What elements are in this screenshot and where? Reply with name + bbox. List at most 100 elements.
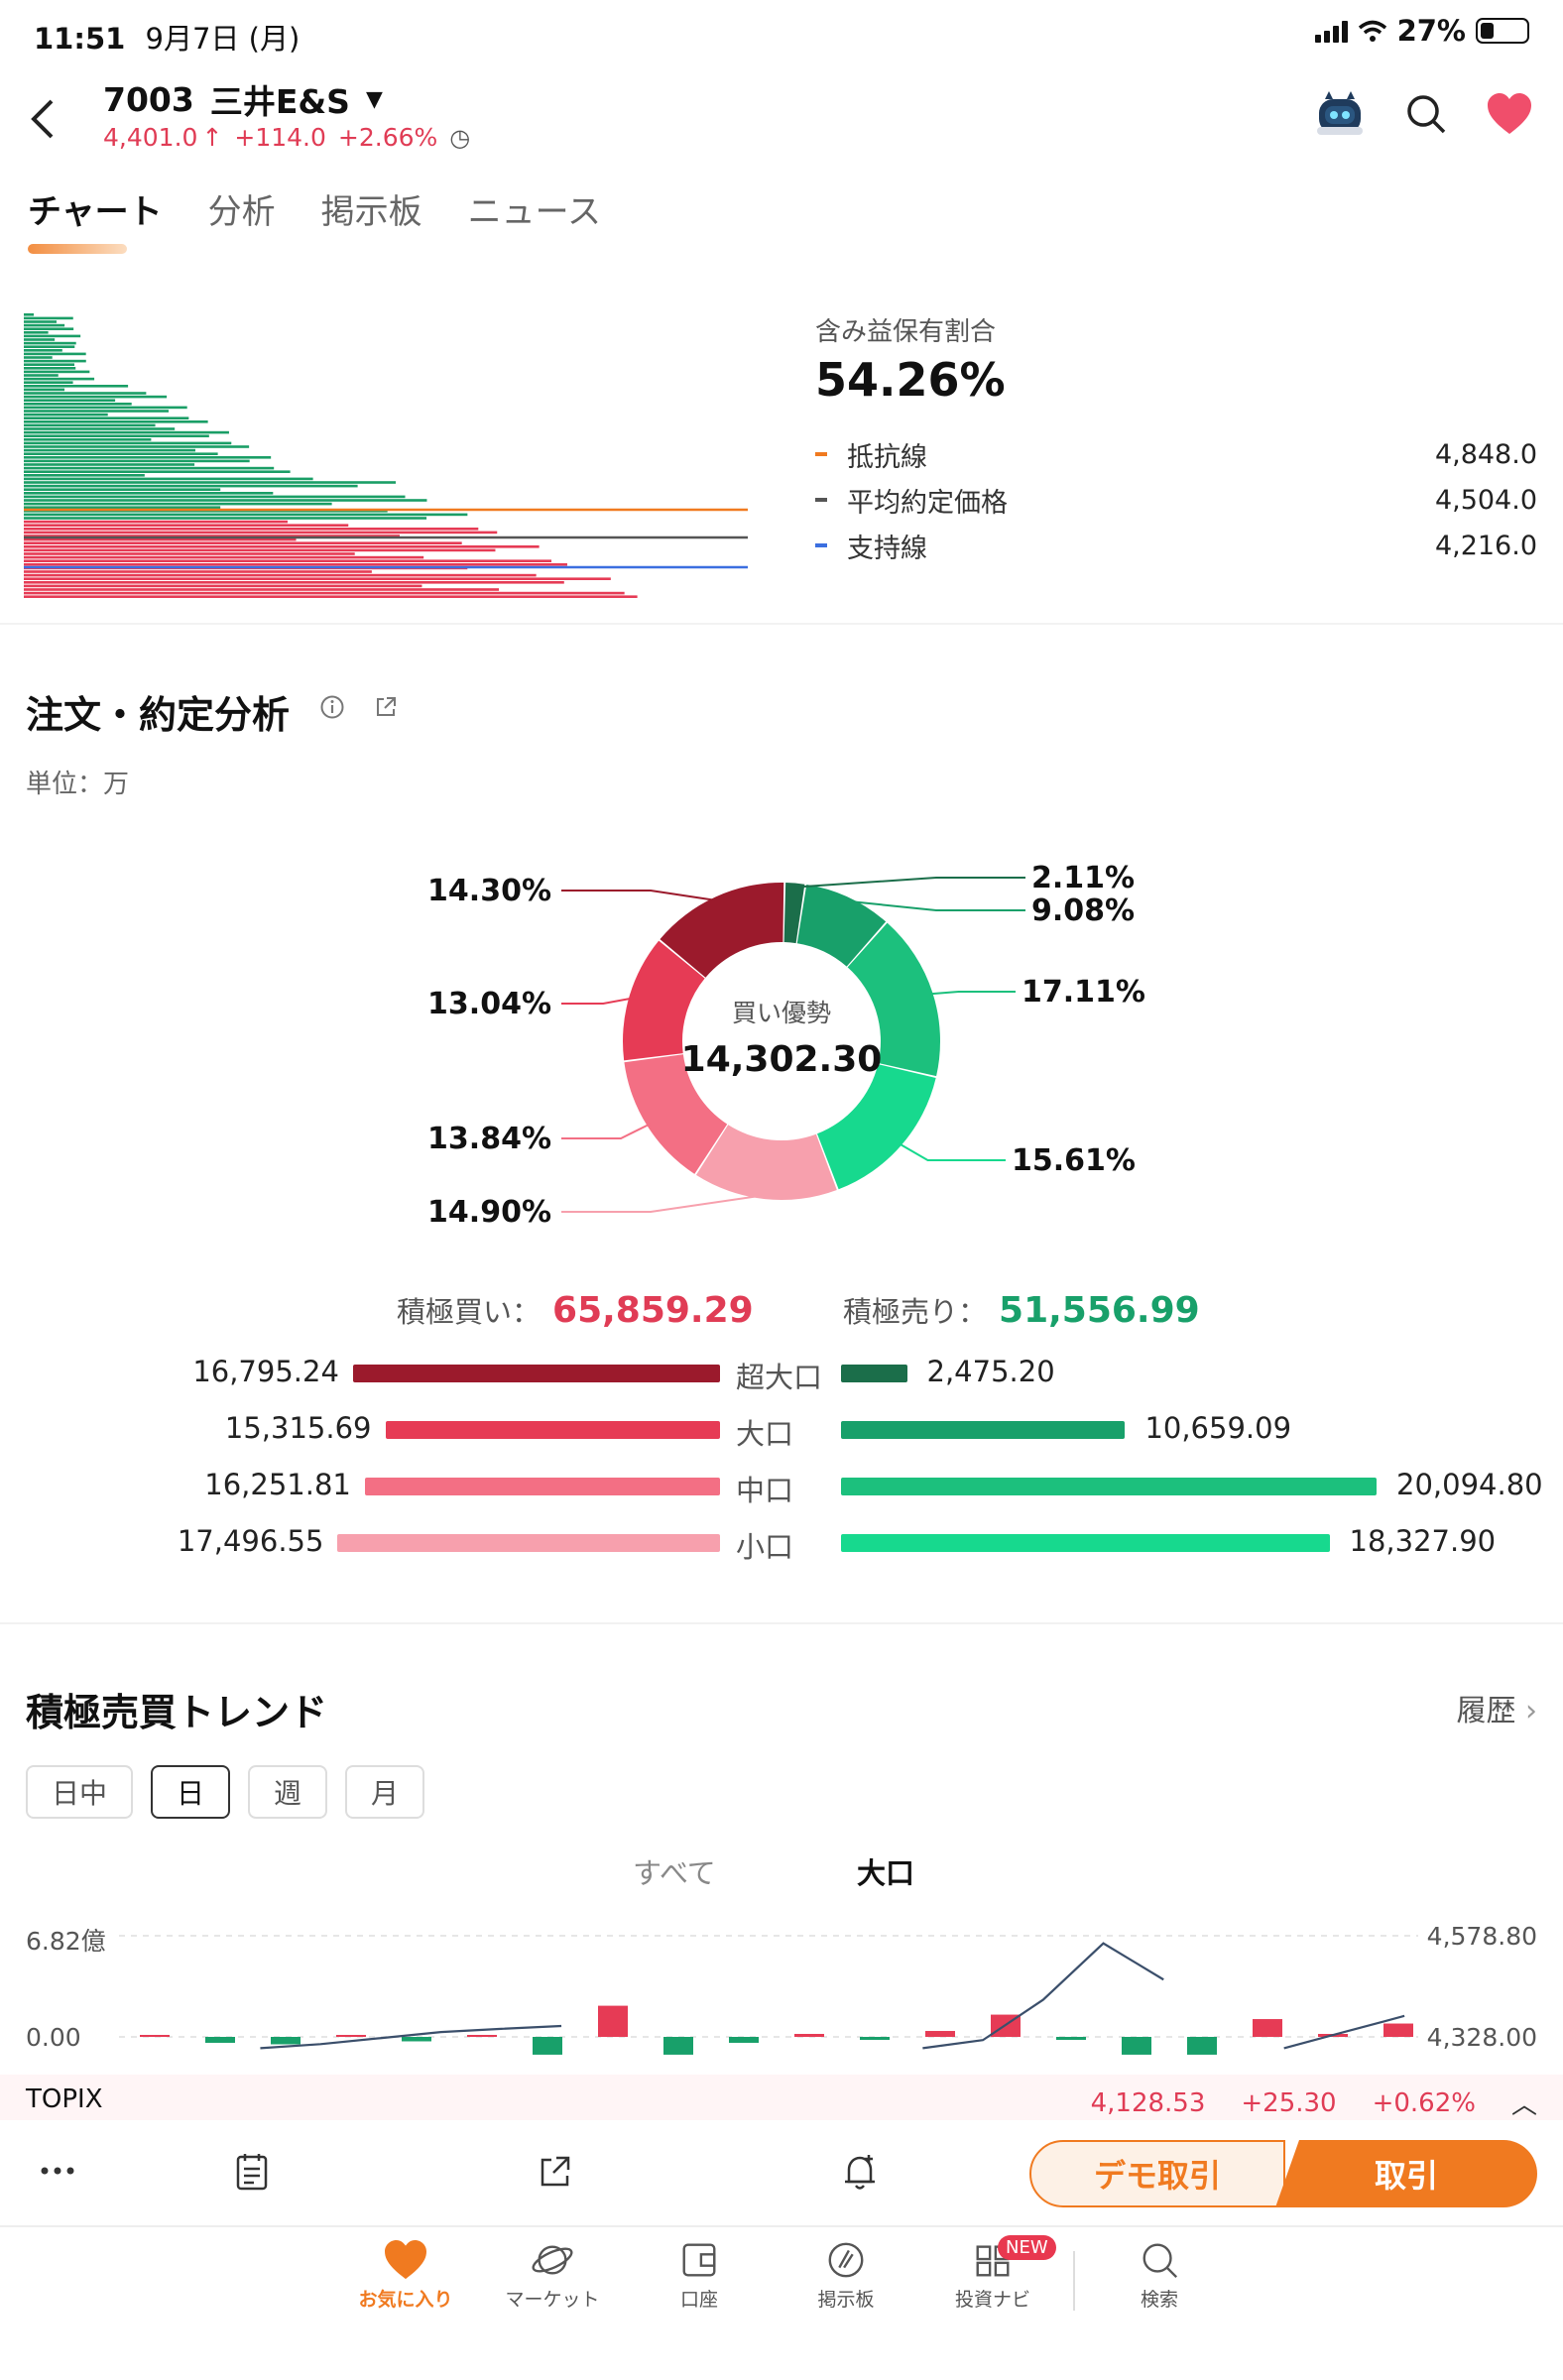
sell-total: 積極売り： 51,556.99 (843, 1289, 1200, 1331)
topix-ticker[interactable]: TOPIX 4,128.53 +25.30 +0.62% ︿ (0, 2075, 1563, 2120)
heart-icon[interactable] (1486, 92, 1533, 136)
distribution-bar (24, 388, 65, 392)
nav-label: 口座 (679, 2289, 718, 2311)
distribution-bar (24, 420, 208, 423)
distribution-bar (24, 555, 424, 559)
search-icon[interactable] (1404, 92, 1448, 136)
trend-bar (271, 2037, 301, 2045)
donut-leader-line (561, 1194, 766, 1213)
alert-bell-icon[interactable] (841, 2152, 879, 2192)
donut-slice-label: 2.11% (1031, 861, 1135, 895)
trend-bar (794, 2034, 824, 2037)
tab-news[interactable]: ニュース (468, 184, 601, 244)
distribution-bar (24, 456, 272, 459)
distribution-bar (24, 345, 75, 348)
demo-trade-button[interactable]: デモ取引 (1029, 2140, 1285, 2207)
distribution-bar (24, 559, 552, 562)
donut-leader-line (561, 997, 634, 1005)
nav-label: 検索 (1140, 2289, 1178, 2311)
tab-analysis[interactable]: 分析 (208, 184, 276, 244)
donut-slice-label: 14.30% (427, 874, 551, 908)
distribution-bar (24, 338, 56, 341)
nav-account[interactable]: 口座 (635, 2239, 764, 2312)
topix-pct: +0.62% (1372, 2087, 1476, 2118)
nav-label: お気に入り (358, 2289, 453, 2311)
nav-board[interactable]: 掲示板 (782, 2239, 910, 2312)
share-icon[interactable] (538, 2152, 573, 2190)
distribution-bar (24, 423, 156, 427)
nav-search[interactable]: 検索 (1095, 2239, 1224, 2312)
history-link[interactable]: 履歴 › (1456, 1686, 1537, 1729)
planet-icon (532, 2245, 573, 2275)
distribution-bar (24, 545, 540, 548)
distribution-bar (24, 573, 537, 577)
status-right: 27% (1314, 14, 1529, 48)
distribution-bar (24, 570, 372, 573)
period-week[interactable]: 週 (248, 1765, 328, 1819)
distribution-bar (24, 492, 274, 495)
legend-value: 4,504.0 (1434, 484, 1537, 516)
heart-icon (385, 2239, 426, 2280)
battery-icon (1476, 18, 1529, 44)
period-month[interactable]: 月 (345, 1765, 425, 1819)
new-badge: NEW (998, 2235, 1056, 2260)
unit-label: 単位：万 (26, 770, 130, 799)
nav-separator (1073, 2251, 1075, 2311)
tab-chart[interactable]: チャート (28, 184, 163, 254)
distribution-bar (24, 392, 147, 395)
more-icon[interactable] (40, 2166, 75, 2176)
note-icon[interactable] (234, 2152, 270, 2192)
period-selector: 日中 日 週 月 (26, 1765, 425, 1819)
donut-slice-label: 9.08% (1031, 893, 1135, 928)
distribution-bar (24, 395, 168, 399)
buy-bar (337, 1534, 720, 1552)
legend-label: 支持線 (847, 533, 927, 564)
donut-slice-label: 13.04% (427, 987, 551, 1021)
distribution-bar (24, 584, 422, 588)
tab-board[interactable]: 掲示板 (321, 184, 422, 244)
period-day[interactable]: 日 (151, 1765, 231, 1819)
topix-value: 4,128.53 (1090, 2087, 1206, 2118)
chevron-left-icon[interactable] (28, 97, 58, 141)
distribution-bar (24, 359, 86, 363)
nav-favorites[interactable]: お気に入り (341, 2239, 470, 2312)
order-analysis-title: 注文・約定分析 (26, 693, 291, 737)
distribution-bar (24, 548, 496, 552)
status-bar: 11:51 9月7日 (月) 27% (0, 0, 1563, 65)
chevron-up-icon[interactable]: ︿ (1511, 2084, 1537, 2121)
legend-value: 4,848.0 (1434, 438, 1537, 470)
distribution-bar (24, 403, 132, 406)
donut-leader-line (847, 899, 1025, 911)
stock-title[interactable]: 7003 三井E&S ▼ (103, 75, 383, 123)
distribution-bar (24, 459, 250, 463)
trend-bar (336, 2035, 366, 2037)
stock-name: 三井E&S (209, 82, 350, 121)
legend-dash (815, 543, 827, 547)
distribution-bar (24, 577, 611, 580)
distribution-bar (24, 320, 58, 323)
current-price: 4,401.0 (103, 123, 198, 152)
share-icon[interactable] (373, 694, 399, 720)
distribution-bar (24, 349, 62, 352)
trend-title: 積極売買トレンド (26, 1691, 328, 1734)
nav-market[interactable]: マーケット (488, 2239, 617, 2312)
size-category: 大口 (736, 1417, 794, 1451)
info-icon[interactable] (319, 694, 345, 720)
sell-total-label: 積極売り： (843, 1295, 988, 1329)
subtab-all[interactable]: すべて (633, 1850, 716, 1892)
distribution-bar (24, 313, 34, 316)
subtab-large[interactable]: 大口 (857, 1850, 914, 1892)
price-change-pct: +2.66% (337, 123, 438, 152)
distribution-bar (24, 520, 288, 524)
distribution-bar (24, 356, 53, 359)
robot-icon[interactable] (1313, 89, 1367, 139)
order-flow-row: 15,315.69 大口 10,659.09 (0, 1409, 1563, 1451)
donut-leader-line (897, 1141, 1006, 1161)
distribution-bar (24, 517, 427, 520)
trade-button[interactable]: 取引 (1275, 2140, 1537, 2207)
size-category: 中口 (736, 1474, 794, 1507)
period-intraday[interactable]: 日中 (26, 1765, 134, 1819)
nav-invest-navi[interactable]: 投資ナビ NEW (928, 2235, 1057, 2312)
donut-leader-line (561, 890, 718, 902)
distribution-bar (24, 541, 462, 544)
